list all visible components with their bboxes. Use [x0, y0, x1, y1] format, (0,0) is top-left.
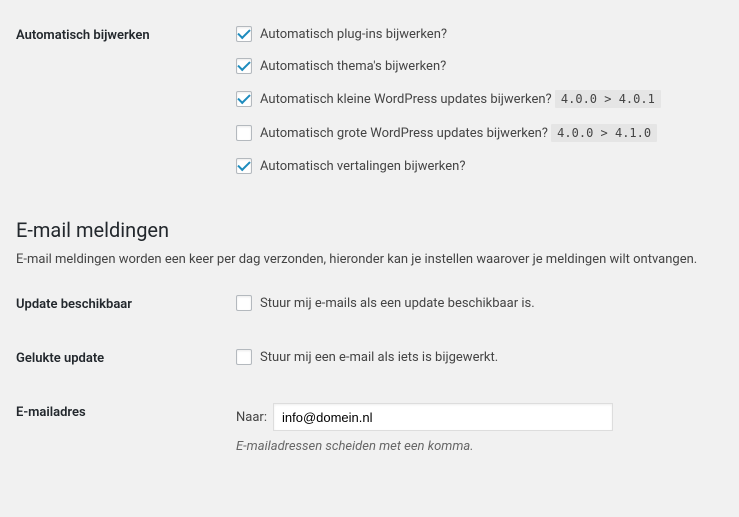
success-update-checkbox-label: Stuur mij een e-mail als iets is bijgewe… — [260, 350, 498, 365]
auto-update-label: Automatisch bijwerken — [16, 20, 236, 43]
auto-major-label: Automatisch grote WordPress updates bijw… — [260, 126, 548, 141]
auto-minor-checkbox[interactable] — [236, 91, 252, 107]
email-address-input[interactable] — [273, 403, 613, 431]
update-available-checkbox-label: Stuur mij e-mails als een update beschik… — [260, 296, 535, 311]
email-section-heading: E-mail meldingen — [16, 218, 719, 242]
auto-translations-checkbox[interactable] — [236, 158, 252, 174]
auto-plugins-checkbox[interactable] — [236, 26, 252, 42]
auto-plugins-label: Automatisch plug-ins bijwerken? — [260, 27, 447, 42]
email-to-label: Naar: — [236, 410, 267, 425]
auto-update-field: Automatisch plug-ins bijwerken? Automati… — [236, 20, 719, 180]
success-update-label: Gelukte update — [16, 343, 236, 366]
auto-translations-label: Automatisch vertalingen bijwerken? — [260, 159, 465, 174]
email-address-hint: E-mailadressen scheiden met een komma. — [236, 439, 719, 454]
update-available-checkbox[interactable] — [236, 295, 252, 311]
update-available-label: Update beschikbaar — [16, 289, 236, 312]
auto-major-checkbox[interactable] — [236, 125, 252, 141]
auto-minor-code: 4.0.0 > 4.0.1 — [555, 90, 661, 108]
auto-themes-checkbox[interactable] — [236, 58, 252, 74]
email-section-description: E-mail meldingen worden een keer per dag… — [16, 252, 719, 267]
auto-minor-label: Automatisch kleine WordPress updates bij… — [260, 92, 552, 107]
email-address-label: E-mailadres — [16, 397, 236, 420]
success-update-checkbox[interactable] — [236, 349, 252, 365]
auto-major-code: 4.0.0 > 4.1.0 — [551, 124, 657, 142]
auto-themes-label: Automatisch thema's bijwerken? — [260, 59, 446, 74]
